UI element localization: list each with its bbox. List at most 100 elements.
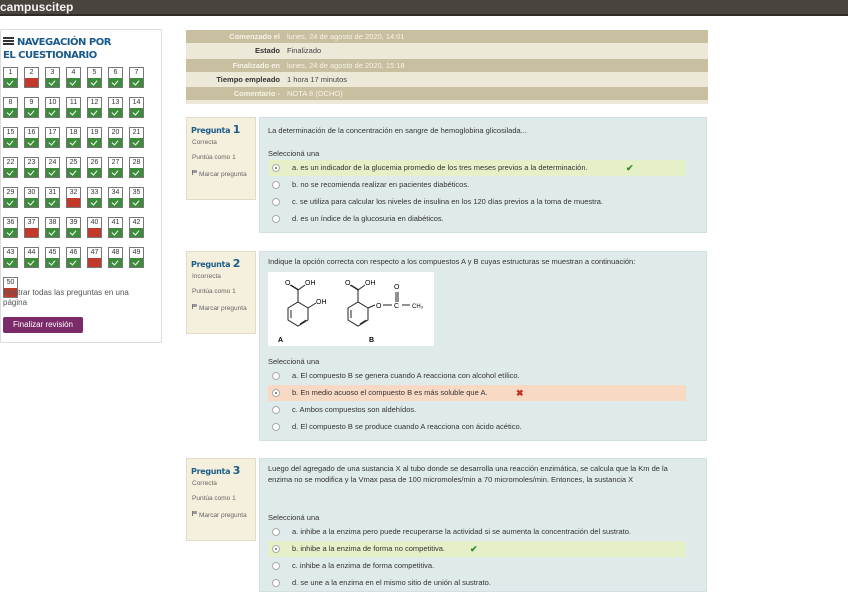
question-nav-button[interactable]: 24 <box>45 157 60 178</box>
correct-state-icon <box>67 138 80 147</box>
question-nav-button[interactable]: 49 <box>129 247 144 268</box>
radio-button[interactable] <box>272 198 280 206</box>
question-nav-button[interactable]: 7 <box>129 67 144 88</box>
question-nav-button[interactable]: 14 <box>129 97 144 118</box>
answer-option-a[interactable]: a. inhibe a la enzima pero puede recuper… <box>268 524 686 540</box>
answer-option-b[interactable]: b. no se recomienda realizar en paciente… <box>268 177 686 193</box>
answer-option-a[interactable]: a. es un indicador de la glucemia promed… <box>268 160 686 176</box>
question-number: 32 <box>69 189 78 196</box>
question-nav-button[interactable]: 43 <box>3 247 18 268</box>
question-nav-button[interactable]: 46 <box>66 247 81 268</box>
correct-state-icon <box>46 258 59 267</box>
radio-button[interactable] <box>272 215 280 223</box>
hydroxyl-label: OH <box>365 280 376 287</box>
question-nav-button[interactable]: 1 <box>3 67 18 88</box>
question-number: 41 <box>111 219 120 226</box>
answer-option-d[interactable]: d. El compuesto B se produce cuando A re… <box>268 419 686 435</box>
question-number: 2 <box>29 69 34 76</box>
show-all-questions-link[interactable]: Mostrar todas las preguntas en una págin… <box>3 288 153 308</box>
radio-button[interactable] <box>272 579 280 587</box>
question-nav-button[interactable]: 9 <box>24 97 39 118</box>
answer-option-c[interactable]: c. inhibe a la enzima de forma competiti… <box>268 558 686 574</box>
question-nav-button[interactable]: 16 <box>24 127 39 148</box>
question-nav-button[interactable]: 25 <box>66 157 81 178</box>
radio-button[interactable] <box>272 562 280 570</box>
question-nav-button[interactable]: 38 <box>45 217 60 238</box>
question-points: Puntúa como 1 <box>192 154 236 161</box>
question-nav-button[interactable]: 41 <box>108 217 123 238</box>
answer-option-a[interactable]: a. El compuesto B se genera cuando A rea… <box>268 368 686 384</box>
question-number: 47 <box>90 249 99 256</box>
radio-button[interactable] <box>272 372 280 380</box>
question-nav-button[interactable]: 19 <box>87 127 102 148</box>
radio-button[interactable] <box>272 423 280 431</box>
question-nav-button[interactable]: 29 <box>3 187 18 208</box>
question-nav-button[interactable]: 11 <box>66 97 81 118</box>
question-nav-button[interactable]: 28 <box>129 157 144 178</box>
question-nav-button[interactable]: 17 <box>45 127 60 148</box>
radio-button[interactable] <box>272 406 280 414</box>
finish-review-button[interactable]: Finalizar revisión <box>3 317 83 333</box>
answer-option-d[interactable]: d. es un índice de la glucosuria en diab… <box>268 211 686 227</box>
question-nav-button[interactable]: 40 <box>87 217 102 238</box>
question-nav-button[interactable]: 27 <box>108 157 123 178</box>
correct-state-icon <box>4 168 17 177</box>
incorrect-state-icon <box>25 78 38 87</box>
radio-button[interactable] <box>272 181 280 189</box>
correct-state-icon <box>4 108 17 117</box>
question-nav-button[interactable]: 3 <box>45 67 60 88</box>
question-nav-button[interactable]: 5 <box>87 67 102 88</box>
question-nav-button[interactable]: 42 <box>129 217 144 238</box>
question-nav-button[interactable]: 10 <box>45 97 60 118</box>
question-nav-button[interactable]: 47 <box>87 247 102 268</box>
question-nav-button[interactable]: 21 <box>129 127 144 148</box>
question-number: 38 <box>48 219 57 226</box>
question-nav-button[interactable]: 34 <box>108 187 123 208</box>
question-nav-button[interactable]: 15 <box>3 127 18 148</box>
radio-button[interactable] <box>272 389 280 397</box>
incorrect-state-icon <box>88 228 101 237</box>
radio-button[interactable] <box>272 545 280 553</box>
question-nav-button[interactable]: 37 <box>24 217 39 238</box>
question-nav-button[interactable]: 35 <box>129 187 144 208</box>
question-nav-button[interactable]: 48 <box>108 247 123 268</box>
answer-option-b[interactable]: b. inhibe a la enzima de forma no compet… <box>268 541 686 557</box>
correct-state-icon <box>46 138 59 147</box>
correct-state-icon <box>67 228 80 237</box>
question-number: 11 <box>69 99 78 106</box>
radio-button[interactable] <box>272 164 280 172</box>
question-nav-button[interactable]: 39 <box>66 217 81 238</box>
question-nav-button[interactable]: 32 <box>66 187 81 208</box>
question-nav-button[interactable]: 18 <box>66 127 81 148</box>
question-nav-button[interactable]: 31 <box>45 187 60 208</box>
question-nav-button[interactable]: 20 <box>108 127 123 148</box>
answer-option-c[interactable]: c. Ambos compuestos son aldehídos. <box>268 402 686 418</box>
question-title: Pregunta 3 <box>191 464 241 477</box>
answer-option-c[interactable]: c. se utiliza para calcular los niveles … <box>268 194 686 210</box>
question-nav-button[interactable]: 36 <box>3 217 18 238</box>
flag-question-button[interactable]: Marcar pregunta <box>192 511 247 520</box>
question-nav-button[interactable]: 13 <box>108 97 123 118</box>
question-nav-button[interactable]: 4 <box>66 67 81 88</box>
question-nav-button[interactable]: 8 <box>3 97 18 118</box>
site-name[interactable]: campuscitep <box>0 0 73 15</box>
question-nav-button[interactable]: 2 <box>24 67 39 88</box>
hydroxyl-label: OH <box>316 299 327 306</box>
flag-question-button[interactable]: Marcar pregunta <box>192 170 247 179</box>
flag-question-button[interactable]: Marcar pregunta <box>192 304 247 313</box>
question-nav-button[interactable]: 26 <box>87 157 102 178</box>
radio-button[interactable] <box>272 528 280 536</box>
answer-option-d[interactable]: d. se une a la enzima en el mismo sitio … <box>268 575 686 591</box>
question-nav-button[interactable]: 45 <box>45 247 60 268</box>
question-nav-button[interactable]: 44 <box>24 247 39 268</box>
question-nav-button[interactable]: 23 <box>24 157 39 178</box>
question-nav-button[interactable]: 22 <box>3 157 18 178</box>
question-nav-button[interactable]: 12 <box>87 97 102 118</box>
question-nav-button[interactable]: 30 <box>24 187 39 208</box>
correct-state-icon <box>4 258 17 267</box>
correct-state-icon <box>46 198 59 207</box>
question-nav-button[interactable]: 33 <box>87 187 102 208</box>
question-number: 21 <box>132 129 141 136</box>
answer-option-b[interactable]: b. En medio acuoso el compuesto B es más… <box>268 385 686 401</box>
question-nav-button[interactable]: 6 <box>108 67 123 88</box>
